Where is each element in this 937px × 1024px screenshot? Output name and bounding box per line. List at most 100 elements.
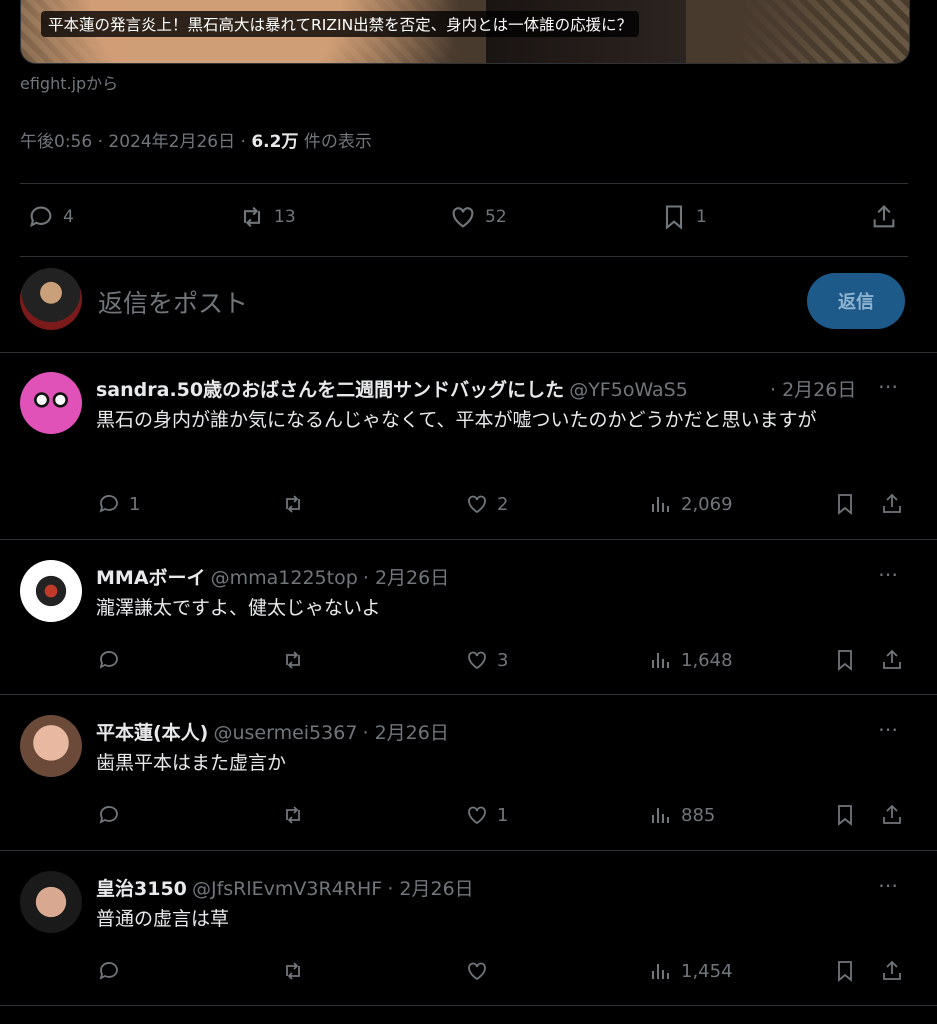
view-count: 1,648 [681,649,733,671]
view-count: 1,454 [681,960,733,982]
reply-author-handle[interactable]: @usermei5367 [213,722,357,744]
reply-header: 平本蓮(本人) @usermei5367 · 2月26日 [96,718,449,745]
reply-date[interactable]: · 2月26日 [363,722,449,744]
reply-submit-button[interactable]: 返信 [807,273,905,329]
bookmark-icon [838,494,852,515]
reply-author-handle[interactable]: @JfsRlEvmV3R4RHF [192,878,382,900]
reply-header: sandra.50歳のおばさんを二週間サンドバッグにした @YF5oWaS5 [96,375,786,402]
share-icon [883,649,901,669]
post-meta: 午後0:56 · 2024年2月26日 · 6.2万 件の表示 [20,127,372,152]
avatar[interactable] [20,372,82,434]
views-icon [652,653,669,668]
more-icon[interactable]: ⋯ [878,873,899,897]
like-button[interactable] [465,959,489,983]
heart-icon [468,962,486,981]
share-button[interactable] [880,803,904,827]
reply-icon [99,962,118,980]
views-button[interactable]: 2,069 [649,492,733,516]
repost-icon [286,962,300,980]
share-button[interactable] [870,203,898,231]
reply-date[interactable]: · 2月26日 [387,878,473,900]
reply-button[interactable] [97,959,121,983]
repost-button[interactable] [281,959,305,983]
reply-text: 黒石の身内が誰か気になるんじゃなくて、平本が嘘ついたのかどうかだと思いますが [96,409,817,431]
view-count: 6.2万 [251,132,299,152]
share-button[interactable] [880,492,904,516]
card-source[interactable]: efight.jpから [20,70,118,94]
more-icon[interactable]: ⋯ [878,374,899,398]
reply-author-name[interactable]: sandra.50歳のおばさんを二週間サンドバッグにした [96,379,564,401]
reply-button[interactable] [97,803,121,827]
repost-button[interactable] [281,648,305,672]
reply-button[interactable] [97,648,121,672]
share-icon [873,205,895,228]
repost-icon [286,651,300,669]
reply-header: MMAボーイ @mma1225top · 2月26日 [96,563,449,590]
views-button[interactable]: 1,648 [649,648,733,672]
reply-count: 1 [129,493,141,515]
like-count: 3 [497,649,509,671]
avatar[interactable] [20,268,82,330]
repost-icon [286,495,300,513]
repost-count: 13 [274,207,296,227]
bookmark-icon [838,961,852,982]
like-button[interactable]: 1 [465,803,508,827]
view-count: 885 [681,804,716,826]
reply-author-handle[interactable]: @mma1225top [211,567,358,589]
like-count: 52 [485,207,507,227]
reply-button[interactable]: 1 [97,492,140,516]
bookmark-button[interactable] [833,492,857,516]
reply-header: 皇治3150 @JfsRlEvmV3R4RHF · 2月26日 [96,874,474,901]
reply-count: 4 [63,207,74,227]
share-icon [883,960,901,980]
reply-text: 歯黒平本はまた虚言か [96,752,287,774]
like-button[interactable]: 3 [465,648,508,672]
bookmark-button[interactable]: 1 [660,203,707,231]
views-button[interactable]: 1,454 [649,959,733,983]
more-icon[interactable]: ⋯ [878,562,899,586]
repost-button[interactable] [281,803,305,827]
reply-date[interactable]: · 2月26日 [363,567,449,589]
heart-icon [468,651,486,670]
view-count: 2,069 [681,493,733,515]
share-button[interactable] [880,959,904,983]
views-icon [652,964,669,979]
repost-icon [286,806,300,824]
avatar[interactable] [20,715,82,777]
bookmark-count: 1 [696,207,707,227]
reply-icon [99,651,118,669]
divider [0,1005,937,1006]
reply-author-name[interactable]: 皇治3150 [96,878,187,900]
bookmark-button[interactable] [833,648,857,672]
views-button[interactable]: 885 [649,803,715,827]
reply-composer-input[interactable]: 返信をポスト [98,284,248,320]
repost-icon [243,206,261,228]
reply-button[interactable]: 4 [27,203,74,231]
like-button[interactable]: 52 [449,203,507,231]
reply-author-handle[interactable]: @YF5oWaS5 [569,379,688,401]
like-count: 1 [497,804,509,826]
more-icon[interactable]: ⋯ [878,717,899,741]
bookmark-button[interactable] [833,959,857,983]
avatar[interactable] [20,871,82,933]
bookmark-icon [838,805,852,826]
bookmark-button[interactable] [833,803,857,827]
like-button[interactable]: 2 [465,492,508,516]
post-timestamp[interactable]: 午後0:56 · 2024年2月26日 · [20,132,251,152]
view-label: 件の表示 [298,132,372,152]
reply-author-name[interactable]: 平本蓮(本人) [96,722,208,744]
heart-icon [468,495,486,514]
reply-date[interactable]: · 2月26日 [770,375,856,402]
share-button[interactable] [880,648,904,672]
avatar[interactable] [20,560,82,622]
views-icon [652,808,669,823]
views-icon [652,497,669,512]
repost-button[interactable] [281,492,305,516]
repost-button[interactable]: 13 [238,203,296,231]
reply-text: 瀧澤謙太ですよ、健太じゃないよ [96,597,381,619]
like-count: 2 [497,493,509,515]
divider [20,183,908,184]
link-card[interactable]: 平本蓮の発言炎上！黒石高大は暴れてRIZIN出禁を否定、身内とは一体誰の応援に？ [20,0,910,64]
reply-author-name[interactable]: MMAボーイ [96,567,206,589]
reply-text: 普通の虚言は草 [96,908,230,930]
